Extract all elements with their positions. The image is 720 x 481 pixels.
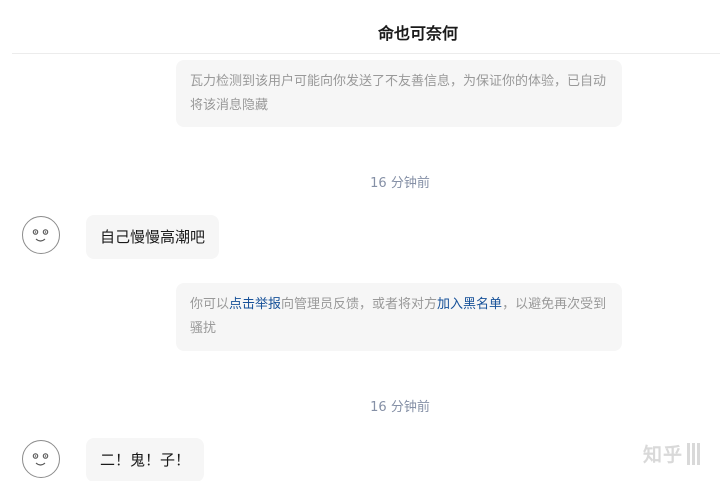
conversation-title: 命也可奈何 [377,24,458,43]
report-notice: 你可以点击举报向管理员反馈，或者将对方加入黑名单，以避免再次受到骚扰 [176,283,622,351]
message-timestamp: 16 分钟前 [370,176,430,191]
received-message-bubble: 自己慢慢高潮吧 [86,215,220,259]
report-link[interactable]: 点击举报 [229,297,281,312]
message-text: 二！鬼！子！ [100,451,191,469]
chat-header: 命也可奈何 [12,0,720,54]
zhihu-watermark: 知乎 [643,440,700,467]
hidden-message-notice-text: 瓦力检测到该用户可能向你发送了不友善信息，为保证你的体验，已自动将该消息隐藏 [190,74,607,113]
smiley-face-icon [32,453,49,466]
sender-avatar[interactable] [22,440,60,478]
watermark-bars-icon [687,442,700,465]
report-notice-middle: 向管理员反馈，或者将对方 [281,297,438,312]
watermark-text: 知乎 [642,444,683,466]
hidden-message-notice: 瓦力检测到该用户可能向你发送了不友善信息，为保证你的体验，已自动将该消息隐藏 [176,60,622,127]
received-message-bubble: 二！鬼！子！ [86,438,205,481]
smiley-face-icon [32,229,49,242]
add-to-blacklist-link[interactable]: 加入黑名单 [437,297,502,312]
chat-page: 命也可奈何 瓦力检测到该用户可能向你发送了不友善信息，为保证你的体验，已自动将该… [0,0,720,481]
sender-avatar[interactable] [22,216,60,254]
report-notice-prefix: 你可以 [190,297,230,312]
message-timestamp: 16 分钟前 [370,400,430,415]
message-text: 自己慢慢高潮吧 [100,228,206,246]
